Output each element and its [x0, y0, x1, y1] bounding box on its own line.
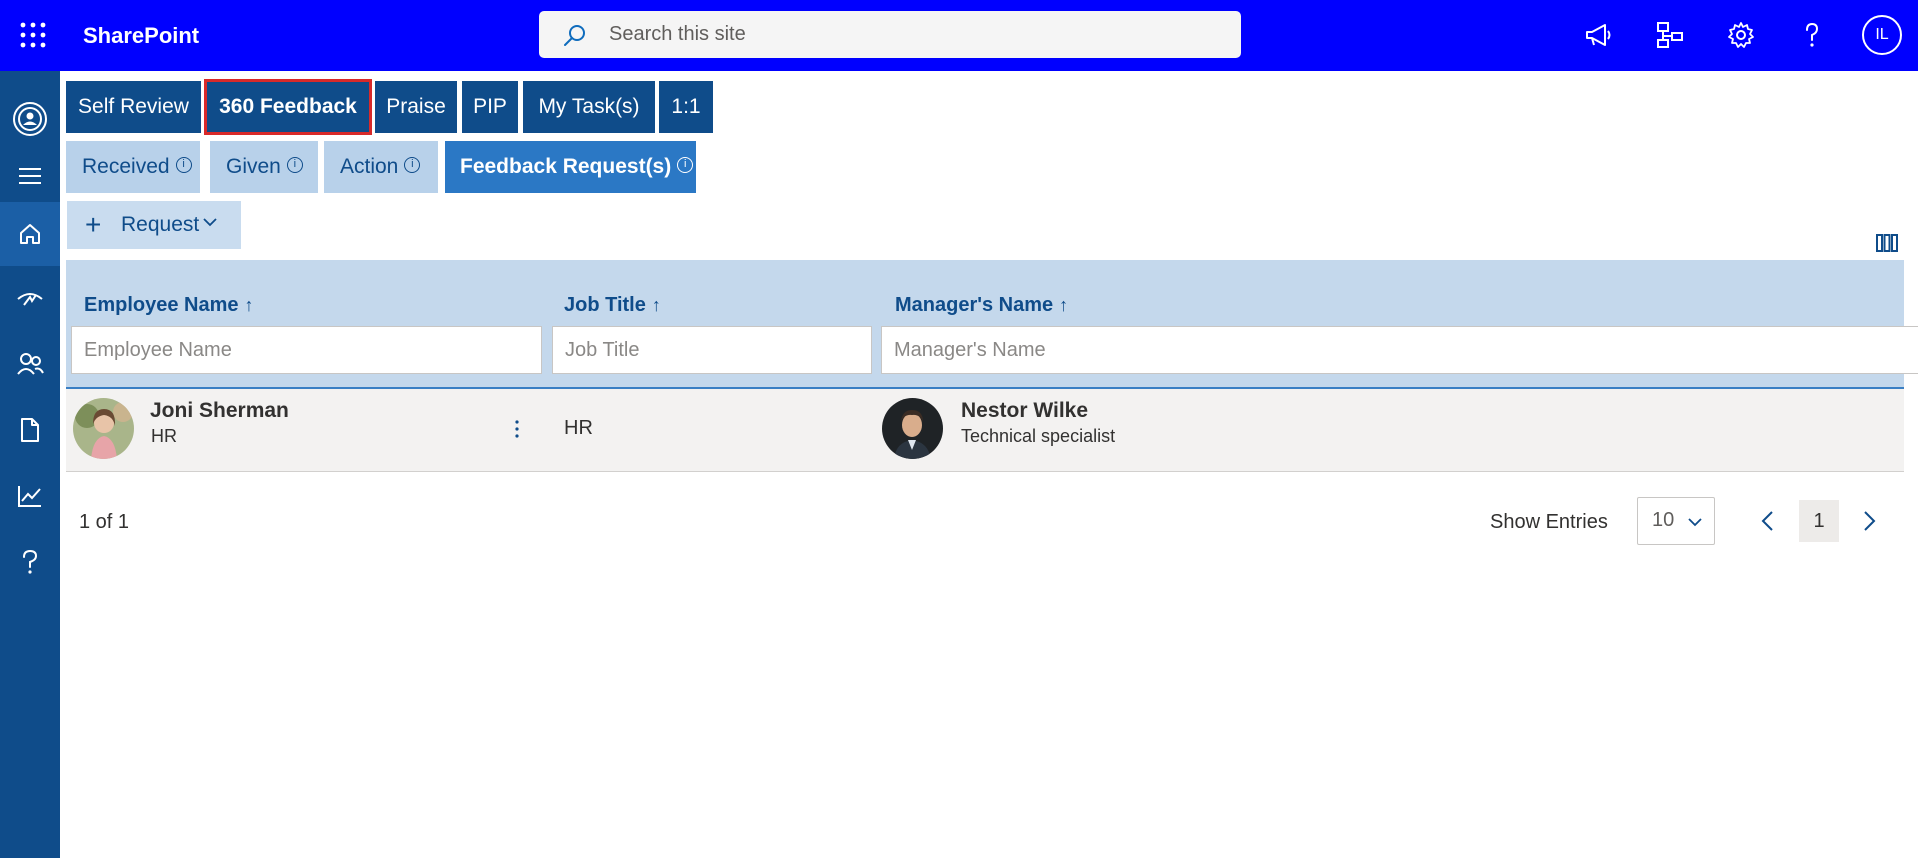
employee-name-filter[interactable] [71, 326, 542, 374]
chevron-down-icon [203, 218, 217, 227]
search-box[interactable] [539, 11, 1241, 58]
sort-up-icon: ↑ [244, 295, 254, 315]
left-rail [0, 71, 60, 858]
org-chart-icon[interactable] [1655, 20, 1685, 50]
request-button[interactable]: + Request [67, 201, 241, 249]
gear-icon[interactable] [1726, 20, 1756, 50]
info-icon: i [404, 157, 421, 174]
app-title[interactable]: SharePoint [83, 22, 199, 50]
tab-self-review[interactable]: Self Review [66, 81, 201, 133]
search-icon [564, 25, 585, 46]
request-label: Request [121, 213, 200, 236]
previous-page-icon[interactable] [1758, 510, 1778, 532]
subtab-action[interactable]: Action i [324, 141, 438, 193]
subtab-feedback-requests[interactable]: Feedback Request(s) i [445, 141, 696, 193]
entries-value: 10 [1652, 509, 1675, 531]
home-icon[interactable] [0, 202, 60, 266]
document-icon[interactable] [0, 398, 60, 462]
megaphone-icon[interactable] [1583, 20, 1613, 50]
column-header-employee-name[interactable]: Employee Name ↑ [84, 284, 254, 326]
manager-name-filter[interactable] [881, 326, 1918, 374]
column-label: Job Title [564, 294, 646, 316]
employee-name[interactable]: Joni Sherman [150, 399, 289, 423]
column-label: Manager's Name [895, 294, 1054, 316]
tab-one-on-one[interactable]: 1:1 [659, 81, 713, 133]
column-label: Employee Name [84, 294, 239, 316]
info-icon: i [677, 157, 694, 174]
performance-icon[interactable] [0, 266, 60, 330]
top-bar: SharePoint IL [0, 0, 1918, 71]
tab-360-feedback[interactable]: 360 Feedback [204, 79, 372, 135]
subtab-label: Action [340, 155, 399, 178]
manager-subtitle: Technical specialist [961, 426, 1116, 446]
tab-praise[interactable]: Praise [375, 81, 457, 133]
help-icon[interactable] [1797, 20, 1827, 50]
column-options-icon[interactable] [1876, 234, 1898, 252]
column-header-job-title[interactable]: Job Title ↑ [564, 284, 661, 326]
app-launcher-icon[interactable] [20, 22, 46, 48]
employee-subtitle: HR [151, 426, 177, 446]
sort-up-icon: ↑ [651, 295, 661, 315]
employee-avatar [73, 398, 134, 459]
subtab-label: Given [226, 155, 281, 178]
search-input[interactable] [609, 11, 1219, 58]
tab-pip[interactable]: PIP [462, 81, 518, 133]
subtab-given[interactable]: Given i [210, 141, 318, 193]
help-icon[interactable] [0, 530, 60, 594]
analytics-icon[interactable] [0, 464, 60, 528]
column-header-managers-name[interactable]: Manager's Name ↑ [895, 284, 1068, 326]
manager-name[interactable]: Nestor Wilke [961, 399, 1088, 423]
next-page-icon[interactable] [1859, 510, 1879, 532]
show-entries-label: Show Entries [1490, 511, 1608, 533]
job-title-filter[interactable] [552, 326, 872, 374]
subtab-label: Feedback Request(s) [460, 155, 672, 178]
menu-icon[interactable] [0, 144, 60, 208]
sort-up-icon: ↑ [1059, 295, 1069, 315]
tab-my-tasks[interactable]: My Task(s) [523, 81, 655, 133]
subtab-label: Received [82, 155, 170, 178]
subtab-received[interactable]: Received i [66, 141, 200, 193]
job-title-cell: HR [564, 417, 593, 439]
logo-icon[interactable] [0, 87, 60, 151]
user-avatar[interactable]: IL [1862, 15, 1902, 55]
info-icon: i [175, 157, 192, 174]
people-icon[interactable] [0, 332, 60, 396]
info-icon: i [286, 157, 303, 174]
page-number-button[interactable]: 1 [1799, 500, 1839, 542]
chevron-down-icon [1688, 518, 1702, 527]
entries-dropdown[interactable]: 10 [1637, 497, 1715, 545]
plus-icon: + [85, 209, 102, 240]
more-options-icon[interactable] [507, 417, 527, 441]
manager-avatar [882, 398, 943, 459]
table-row[interactable]: Joni Sherman HR HR Nestor Wilke Technica… [66, 387, 1904, 472]
table-header: Employee Name ↑ Job Title ↑ Manager's Name… [66, 260, 1918, 387]
record-count: 1 of 1 [79, 511, 130, 533]
